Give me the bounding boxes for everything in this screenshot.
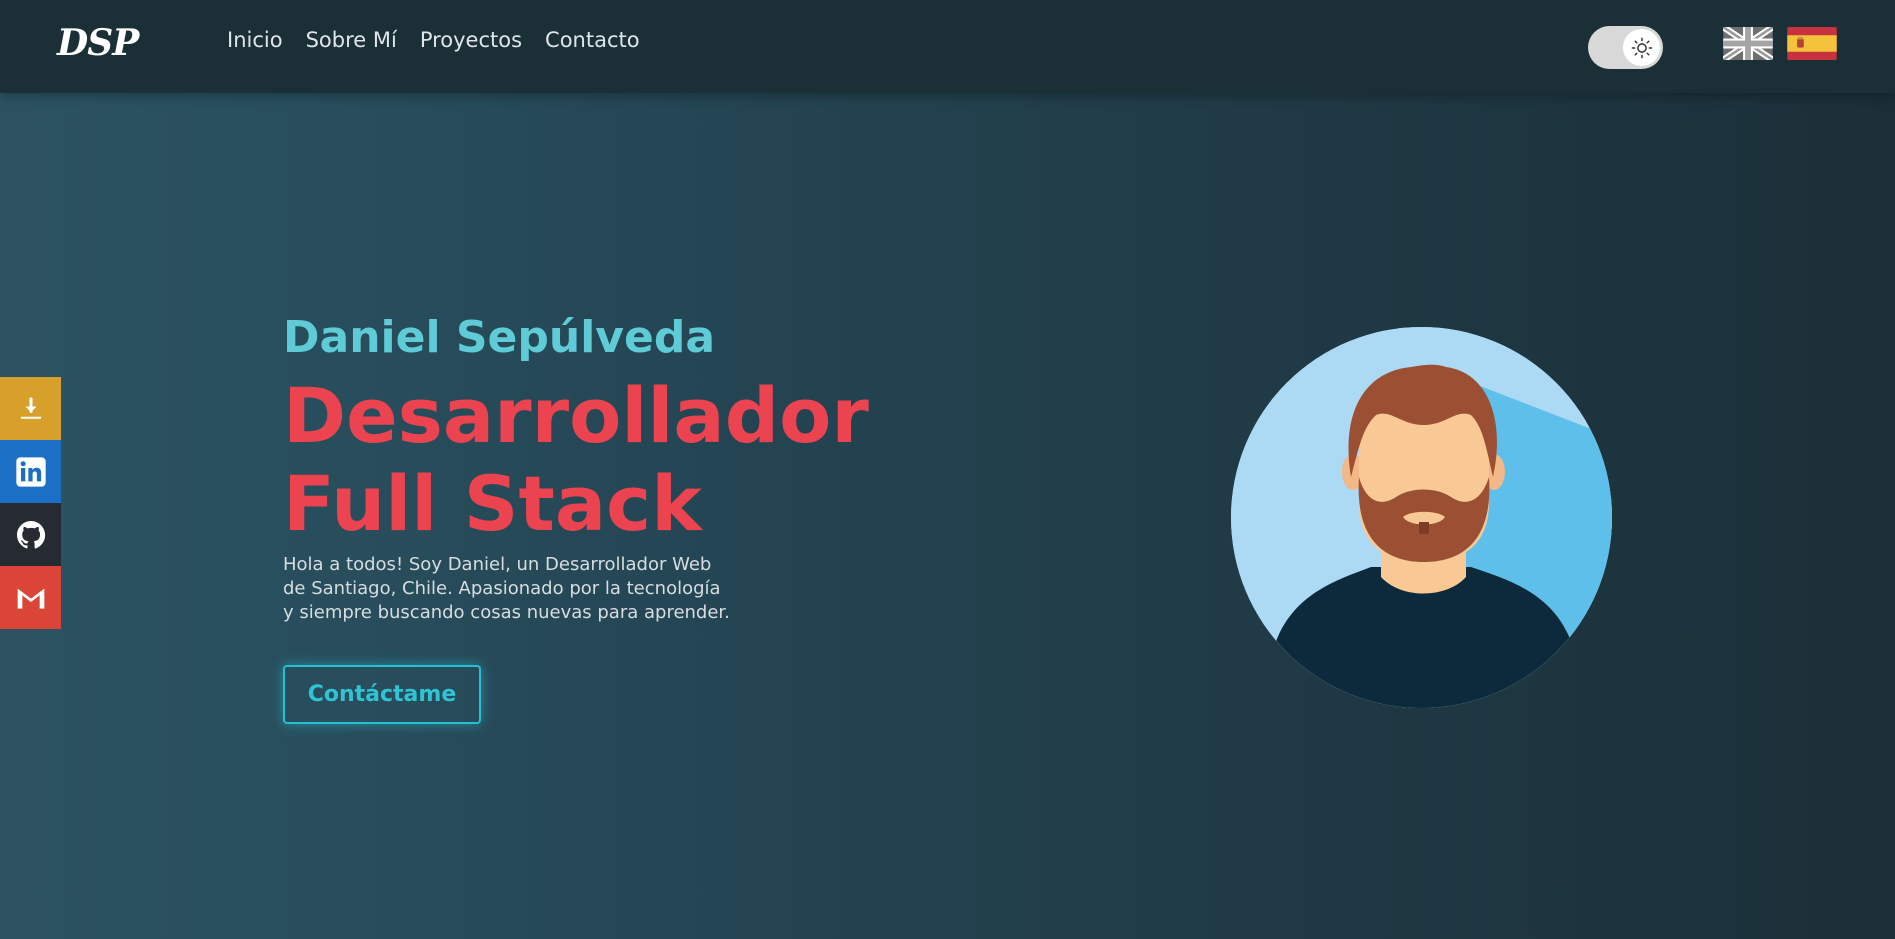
navbar: DSP Inicio Sobre Mí Proyectos Contacto: [0, 0, 1895, 93]
site-logo[interactable]: DSP: [57, 22, 139, 64]
avatar-illustration: [1231, 327, 1612, 708]
linkedin-button[interactable]: [0, 440, 61, 503]
nav-link-contacto[interactable]: Contacto: [545, 28, 640, 52]
linkedin-icon: [15, 456, 46, 487]
nav-link-sobre-mi[interactable]: Sobre Mí: [306, 28, 397, 52]
language-spanish-button[interactable]: [1787, 27, 1837, 60]
download-icon: [20, 397, 41, 419]
sun-icon: [1631, 37, 1652, 58]
contact-me-button[interactable]: Contáctame: [283, 665, 481, 724]
gmail-icon: [17, 588, 44, 609]
hero-name: Daniel Sepúlveda: [283, 312, 716, 363]
gmail-button[interactable]: [0, 566, 61, 629]
spain-flag-icon: [1787, 27, 1837, 60]
github-icon: [16, 520, 45, 548]
nav-link-inicio[interactable]: Inicio: [227, 28, 283, 52]
language-english-button[interactable]: [1723, 27, 1773, 60]
github-button[interactable]: [0, 503, 61, 566]
theme-toggle[interactable]: [1588, 26, 1663, 69]
download-cv-button[interactable]: [0, 377, 61, 440]
avatar: [1231, 327, 1612, 708]
social-sidebar: [0, 377, 61, 629]
hero-role-title: Desarrollador Full Stack: [283, 371, 869, 548]
toggle-knob: [1623, 29, 1660, 66]
nav-link-proyectos[interactable]: Proyectos: [420, 28, 522, 52]
hero-description: Hola a todos! Soy Daniel, un Desarrollad…: [283, 554, 730, 623]
nav-links: Inicio Sobre Mí Proyectos Contacto: [227, 28, 640, 52]
uk-flag-icon: [1723, 27, 1773, 60]
